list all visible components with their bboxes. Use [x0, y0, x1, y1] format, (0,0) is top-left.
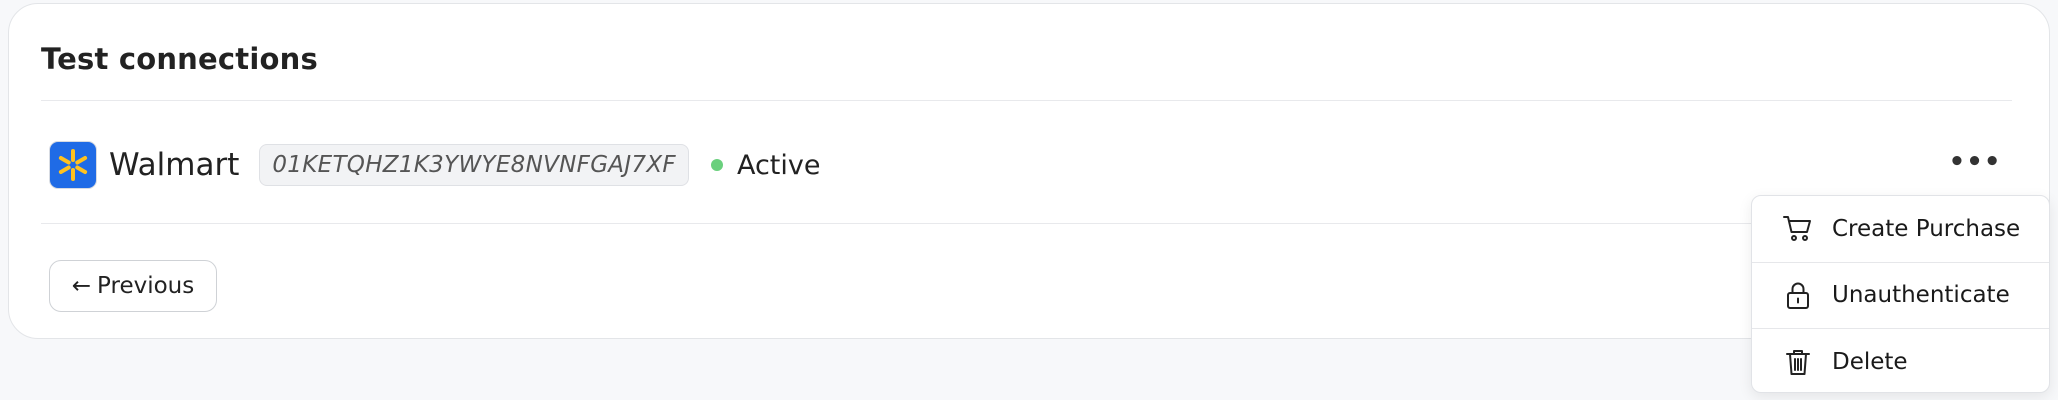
more-options-button[interactable]: •••: [1948, 142, 2002, 182]
connection-actions-menu: Create Purchase Unauthenticate Delete: [1751, 195, 2050, 393]
lock-icon: [1782, 279, 1814, 311]
menu-item-unauthenticate[interactable]: Unauthenticate: [1752, 261, 2049, 329]
ellipsis-icon: •••: [1948, 147, 2002, 177]
menu-item-delete[interactable]: Delete: [1752, 328, 2049, 392]
menu-item-label: Create Purchase: [1832, 215, 2021, 242]
divider: [41, 100, 2012, 101]
cart-icon: [1782, 213, 1814, 245]
connection-row: Walmart 01KETQHZ1K3YWYE8NVNFGAJ7XF Activ…: [49, 139, 820, 191]
arrow-left-icon: ←: [71, 273, 92, 299]
divider: [41, 223, 2012, 224]
connection-id-badge: 01KETQHZ1K3YWYE8NVNFGAJ7XF: [259, 144, 689, 186]
previous-button-label: Previous: [97, 273, 195, 299]
menu-item-create-purchase[interactable]: Create Purchase: [1752, 196, 2049, 262]
trash-icon: [1782, 346, 1814, 378]
menu-item-label: Unauthenticate: [1832, 282, 2010, 309]
connection-status: Active: [736, 149, 821, 181]
connection-name: Walmart: [109, 147, 240, 183]
test-connections-card: Test connections Walmart 01KETQHZ1K3YWYE…: [8, 3, 2050, 339]
menu-item-label: Delete: [1832, 348, 1908, 375]
card-title: Test connections: [41, 42, 318, 76]
status-indicator-dot: [710, 159, 723, 171]
walmart-spark-icon: [49, 141, 97, 189]
previous-button[interactable]: ← Previous: [49, 260, 217, 312]
